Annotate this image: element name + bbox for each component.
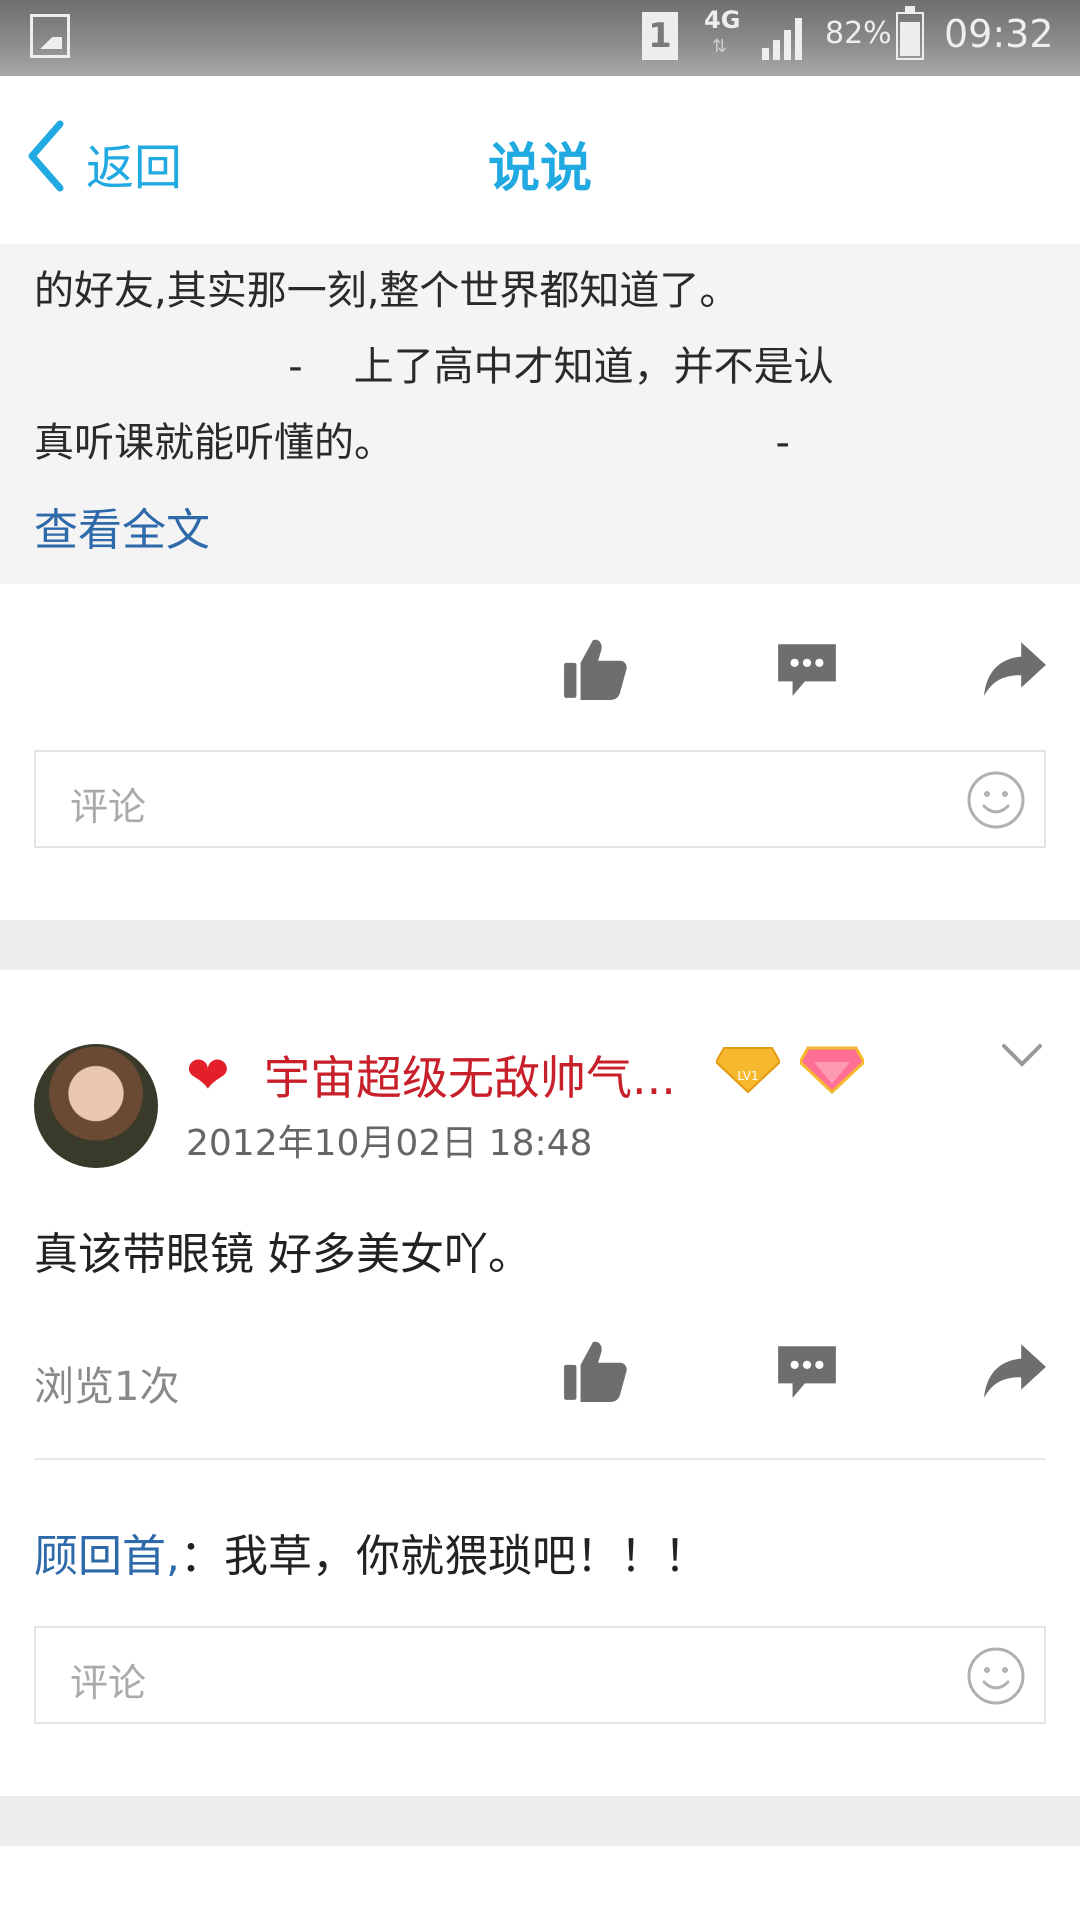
comment-placeholder: 评论 <box>70 1661 147 1705</box>
content-line: 真听课就能听懂的。 - <box>34 420 790 466</box>
content-line: 的好友,其实那一刻,整个世界都知道了。 <box>34 268 740 314</box>
network-activity-icon: ⇅ <box>712 36 728 57</box>
comment-placeholder: 评论 <box>70 785 147 829</box>
chevron-down-icon[interactable] <box>1000 1040 1044 1070</box>
page-title: 说说 <box>487 139 592 199</box>
emoji-icon[interactable] <box>966 1646 1026 1706</box>
battery-icon <box>896 6 924 60</box>
share-icon[interactable] <box>982 1338 1048 1404</box>
view-full-text-link[interactable]: 查看全文 <box>34 494 210 558</box>
status-bar: 1 4G ⇅ 82% 09:32 <box>0 0 1080 76</box>
comment-icon[interactable] <box>774 636 840 702</box>
view-count: 浏览1次 <box>34 1364 180 1410</box>
like-icon[interactable] <box>562 636 628 702</box>
post-text: 真该带眼镜 好多美女吖。 <box>34 1229 532 1280</box>
comment-icon[interactable] <box>774 1338 840 1404</box>
content-line: - 上了高中才知道，并不是认 <box>34 344 834 390</box>
reply-text: ：我草，你就猥琐吧！！！ <box>180 1531 708 1582</box>
avatar[interactable] <box>34 1044 158 1168</box>
feed-separator <box>0 1796 1080 1846</box>
sim-indicator: 1 <box>642 12 678 60</box>
divider <box>34 1458 1046 1460</box>
battery-percent: 82% <box>825 16 892 51</box>
reply-item[interactable]: 顾回首,：我草，你就猥琐吧！！！ <box>34 1520 708 1584</box>
level-badge-icon: LV1 <box>716 1047 780 1094</box>
comment-input[interactable]: 评论 <box>34 750 1046 848</box>
diamond-badge-icon <box>800 1046 864 1094</box>
gallery-notification-icon <box>30 14 70 58</box>
username[interactable]: 宇宙超级无敌帅气... <box>264 1042 676 1108</box>
heart-icon: ❤ <box>186 1046 230 1106</box>
comment-input[interactable]: 评论 <box>34 1626 1046 1724</box>
svg-text:LV1: LV1 <box>737 1069 758 1083</box>
signal-icon <box>762 18 802 60</box>
like-icon[interactable] <box>562 1338 628 1404</box>
network-type: 4G <box>704 6 741 34</box>
clock: 09:32 <box>944 12 1054 56</box>
emoji-icon[interactable] <box>966 770 1026 830</box>
post-timestamp: 2012年10月02日 18:48 <box>186 1123 593 1164</box>
reply-author[interactable]: 顾回首, <box>34 1531 180 1582</box>
feed-separator <box>0 920 1080 970</box>
share-icon[interactable] <box>982 636 1048 702</box>
